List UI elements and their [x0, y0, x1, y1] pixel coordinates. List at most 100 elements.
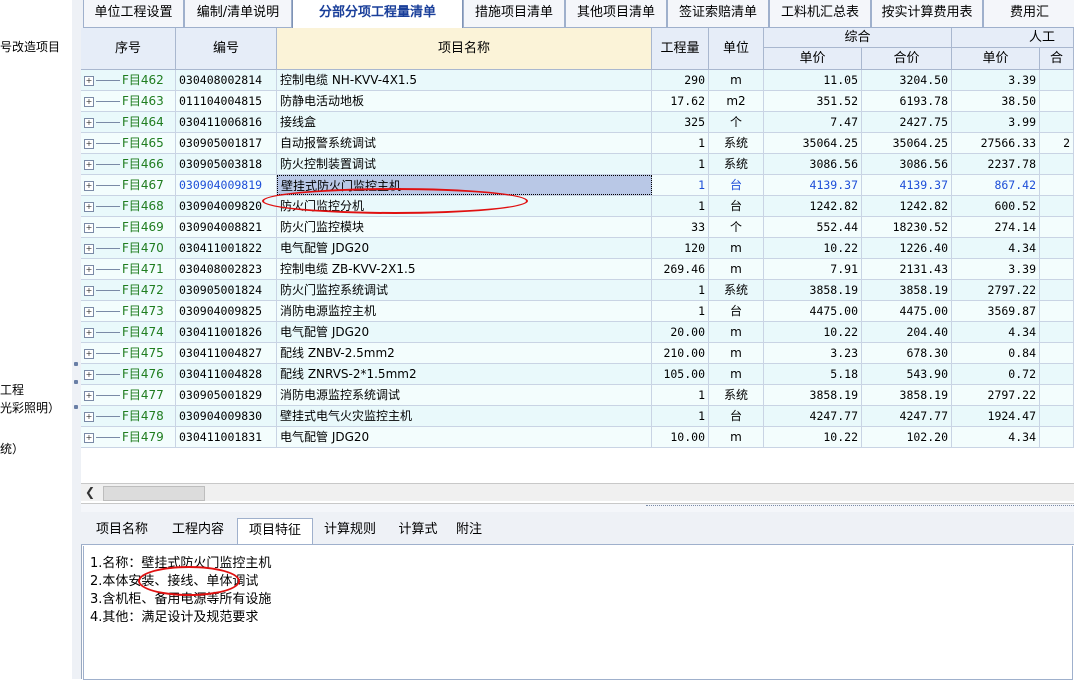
total-cell[interactable]: 4247.77: [862, 406, 952, 426]
total-cell[interactable]: 3086.56: [862, 154, 952, 174]
unit-price-cell[interactable]: 3086.56: [764, 154, 862, 174]
unit-cell[interactable]: m: [709, 322, 764, 342]
extra-cell[interactable]: [1040, 70, 1074, 90]
seq-cell[interactable]: + F目463: [81, 91, 176, 111]
tab-material-summary[interactable]: 工料机汇总表: [769, 0, 871, 28]
code-cell[interactable]: 030904008821: [176, 217, 277, 237]
tree-item-label[interactable]: 统）: [0, 440, 24, 457]
unit-cell[interactable]: m: [709, 70, 764, 90]
name-cell[interactable]: 消防电源监控主机: [277, 301, 652, 321]
extra-cell[interactable]: [1040, 406, 1074, 426]
expand-icon[interactable]: +: [84, 285, 94, 296]
name-cell[interactable]: 壁挂式电气火灾监控主机: [277, 406, 652, 426]
labor-cell[interactable]: 1924.47: [952, 406, 1040, 426]
tab-unit-settings[interactable]: 单位工程设置: [83, 0, 184, 28]
tree-item-label[interactable]: 号改造项目: [0, 38, 60, 55]
name-cell[interactable]: 防火门监控系统调试: [277, 280, 652, 300]
table-row[interactable]: + F目473 030904009825 消防电源监控主机 1 台 4475.00 4475.…: [81, 301, 1074, 322]
seq-cell[interactable]: + F目477: [81, 385, 176, 405]
tab-item-features[interactable]: 项目特征: [237, 518, 313, 544]
unit-price-cell[interactable]: 3.23: [764, 343, 862, 363]
total-cell[interactable]: 4475.00: [862, 301, 952, 321]
qty-cell[interactable]: 1: [652, 154, 709, 174]
total-cell[interactable]: 3858.19: [862, 385, 952, 405]
name-cell[interactable]: 接线盒: [277, 112, 652, 132]
table-row[interactable]: + F目470 030411001822 电气配管 JDG20 120 m 10.22 122…: [81, 238, 1074, 259]
labor-cell[interactable]: 274.14: [952, 217, 1040, 237]
unit-price-cell[interactable]: 4475.00: [764, 301, 862, 321]
table-row[interactable]: + F目469 030904008821 防火门监控模块 33 个 552.44 18230.…: [81, 217, 1074, 238]
unit-price-cell[interactable]: 5.18: [764, 364, 862, 384]
extra-cell[interactable]: [1040, 112, 1074, 132]
code-cell[interactable]: 030904009820: [176, 196, 277, 216]
code-cell[interactable]: 030905001829: [176, 385, 277, 405]
total-cell[interactable]: 2427.75: [862, 112, 952, 132]
expand-icon[interactable]: +: [84, 75, 94, 86]
labor-cell[interactable]: 3569.87: [952, 301, 1040, 321]
total-cell[interactable]: 35064.25: [862, 133, 952, 153]
qty-cell[interactable]: 1: [652, 196, 709, 216]
tab-bill-of-quantities[interactable]: 分部分项工程量清单: [292, 0, 463, 29]
seq-cell[interactable]: + F目472: [81, 280, 176, 300]
tab-measures[interactable]: 措施项目清单: [463, 0, 565, 28]
labor-cell[interactable]: 3.39: [952, 70, 1040, 90]
qty-cell[interactable]: 17.62: [652, 91, 709, 111]
quantity-list-grid[interactable]: 序号 编号 项目名称 工程量 单位 综合 单价 合价 人工 单价 合 + F目46…: [81, 28, 1074, 504]
qty-cell[interactable]: 1: [652, 133, 709, 153]
name-cell[interactable]: 防火门监控分机: [277, 196, 652, 216]
col-header-total-price[interactable]: 合价: [862, 48, 952, 70]
table-row[interactable]: + F目462 030408002814 控制电缆 NH-KVV-4X1.5 290 m 1…: [81, 70, 1074, 91]
tab-work-content[interactable]: 工程内容: [161, 518, 235, 543]
qty-cell[interactable]: 105.00: [652, 364, 709, 384]
seq-cell[interactable]: + F目470: [81, 238, 176, 258]
extra-cell[interactable]: [1040, 91, 1074, 111]
code-cell[interactable]: 030904009830: [176, 406, 277, 426]
col-header-code[interactable]: 编号: [176, 28, 277, 70]
unit-price-cell[interactable]: 1242.82: [764, 196, 862, 216]
total-cell[interactable]: 18230.52: [862, 217, 952, 237]
table-row[interactable]: + F目475 030411004827 配线 ZNBV-2.5mm2 210.00 m 3…: [81, 343, 1074, 364]
unit-price-cell[interactable]: 4139.37: [764, 175, 862, 195]
seq-cell[interactable]: + F目478: [81, 406, 176, 426]
extra-cell[interactable]: [1040, 154, 1074, 174]
qty-cell[interactable]: 210.00: [652, 343, 709, 363]
tree-item-label[interactable]: 光彩照明）: [0, 399, 60, 416]
labor-cell[interactable]: 2797.22: [952, 385, 1040, 405]
unit-cell[interactable]: m: [709, 238, 764, 258]
expand-icon[interactable]: +: [84, 390, 94, 401]
qty-cell[interactable]: 1: [652, 175, 709, 195]
labor-cell[interactable]: 4.34: [952, 238, 1040, 258]
unit-price-cell[interactable]: 4247.77: [764, 406, 862, 426]
extra-cell[interactable]: [1040, 217, 1074, 237]
unit-cell[interactable]: 台: [709, 196, 764, 216]
tab-claims[interactable]: 签证索赔清单: [667, 0, 769, 28]
expand-icon[interactable]: +: [84, 369, 94, 380]
extra-cell[interactable]: [1040, 322, 1074, 342]
unit-cell[interactable]: 系统: [709, 154, 764, 174]
table-row[interactable]: + F目474 030411001826 电气配管 JDG20 20.00 m 10.22 2…: [81, 322, 1074, 343]
unit-cell[interactable]: 个: [709, 217, 764, 237]
unit-cell[interactable]: 台: [709, 301, 764, 321]
name-cell[interactable]: 控制电缆 NH-KVV-4X1.5: [277, 70, 652, 90]
table-row[interactable]: + F目478 030904009830 壁挂式电气火灾监控主机 1 台 4247.77 42…: [81, 406, 1074, 427]
extra-cell[interactable]: [1040, 364, 1074, 384]
name-cell[interactable]: 自动报警系统调试: [277, 133, 652, 153]
seq-cell[interactable]: + F目475: [81, 343, 176, 363]
code-cell[interactable]: 030411001826: [176, 322, 277, 342]
unit-price-cell[interactable]: 3858.19: [764, 385, 862, 405]
code-cell[interactable]: 030905001817: [176, 133, 277, 153]
expand-icon[interactable]: +: [84, 138, 94, 149]
item-features-text[interactable]: 1.名称：壁挂式防火门监控主机 2.本体安装、接线、单体调试 3.含机柜、备用电…: [83, 546, 1073, 680]
labor-cell[interactable]: 3.39: [952, 259, 1040, 279]
expand-icon[interactable]: +: [84, 243, 94, 254]
table-row[interactable]: + F目477 030905001829 消防电源监控系统调试 1 系统 3858.19 38…: [81, 385, 1074, 406]
total-cell[interactable]: 543.90: [862, 364, 952, 384]
name-cell[interactable]: 防火门监控模块: [277, 217, 652, 237]
project-tree-panel[interactable]: 号改造项目 工程 光彩照明） 统）: [0, 0, 73, 679]
tab-actual-cost[interactable]: 按实计算费用表: [871, 0, 983, 28]
unit-price-cell[interactable]: 10.22: [764, 427, 862, 447]
total-cell[interactable]: 3204.50: [862, 70, 952, 90]
qty-cell[interactable]: 1: [652, 301, 709, 321]
unit-cell[interactable]: m2: [709, 91, 764, 111]
col-header-labor-unit-price[interactable]: 单价: [952, 48, 1040, 70]
